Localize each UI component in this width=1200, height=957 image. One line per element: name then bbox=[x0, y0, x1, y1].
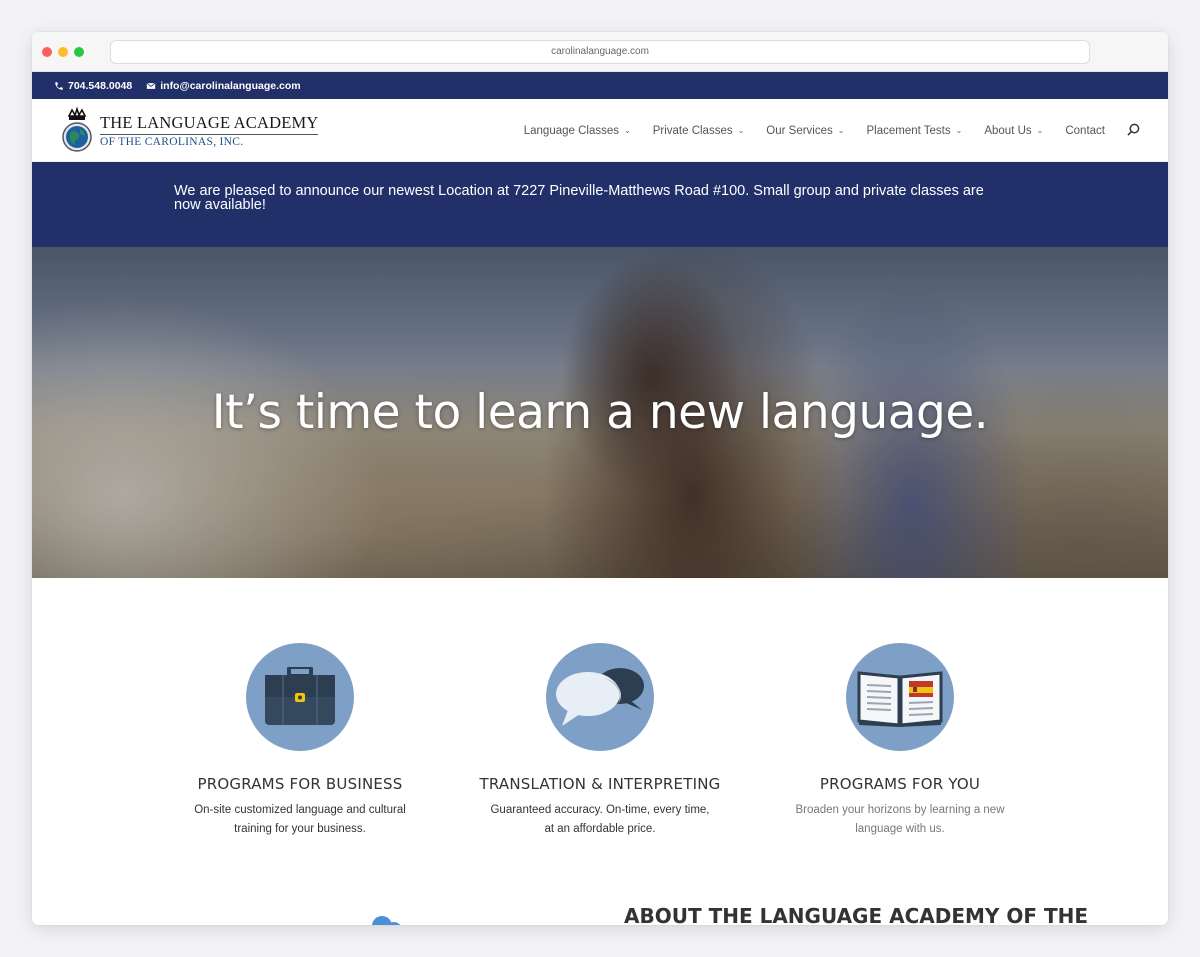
nav-label: Private Classes bbox=[652, 124, 733, 137]
feature-translation[interactable]: TRANSLATION & INTERPRETING Guaranteed ac… bbox=[450, 643, 750, 839]
email-address: info@carolinalanguage.com bbox=[160, 79, 301, 92]
about-section-title: ABOUT THE LANGUAGE ACADEMY OF THE bbox=[624, 904, 1089, 925]
address-bar[interactable]: carolinalanguage.com bbox=[110, 40, 1090, 64]
search-button[interactable] bbox=[1127, 123, 1140, 139]
site-header: THE LANGUAGE ACADEMY OF THE CAROLINAS, I… bbox=[32, 99, 1168, 162]
site-logo[interactable]: THE LANGUAGE ACADEMY OF THE CAROLINAS, I… bbox=[60, 106, 319, 153]
feature-text: Guaranteed accuracy. On-time, every time… bbox=[490, 804, 710, 835]
hero-headline: It’s time to learn a new language. bbox=[211, 385, 989, 440]
chevron-down-icon: ⌄ bbox=[1036, 126, 1044, 135]
search-icon bbox=[1127, 123, 1140, 136]
main-nav: Language Classes ⌄ Private Classes ⌄ Our… bbox=[524, 99, 1140, 162]
logo-line-1: THE LANGUAGE ACADEMY bbox=[100, 113, 319, 135]
chevron-down-icon: ⌄ bbox=[737, 126, 745, 135]
nav-private-classes[interactable]: Private Classes ⌄ bbox=[653, 125, 745, 137]
nav-label: Our Services bbox=[766, 124, 833, 137]
close-window-dot[interactable] bbox=[42, 47, 52, 57]
browser-window: carolinalanguage.com 704.548.0048 info@c… bbox=[32, 32, 1168, 925]
minimize-window-dot[interactable] bbox=[58, 47, 68, 57]
email-contact[interactable]: info@carolinalanguage.com bbox=[146, 79, 301, 92]
nav-language-classes[interactable]: Language Classes ⌄ bbox=[524, 125, 631, 137]
cloud-illustration bbox=[292, 906, 422, 925]
speech-bubbles-icon bbox=[546, 643, 654, 751]
nav-label: Language Classes bbox=[523, 124, 619, 137]
feature-title: PROGRAMS FOR BUSINESS bbox=[197, 775, 403, 793]
features-section: PROGRAMS FOR BUSINESS On-site customized… bbox=[150, 578, 1050, 839]
nav-placement-tests[interactable]: Placement Tests ⌄ bbox=[866, 125, 962, 137]
nav-about-us[interactable]: About Us ⌄ bbox=[984, 125, 1043, 137]
nav-contact[interactable]: Contact bbox=[1065, 125, 1105, 137]
open-book-icon bbox=[846, 643, 954, 751]
feature-personal[interactable]: PROGRAMS FOR YOU Broaden your horizons b… bbox=[750, 643, 1050, 839]
nav-label: About Us bbox=[984, 124, 1032, 137]
crown-globe-logo-icon bbox=[60, 106, 94, 153]
nav-label: Contact bbox=[1065, 124, 1105, 137]
phone-contact[interactable]: 704.548.0048 bbox=[54, 80, 132, 92]
maximize-window-dot[interactable] bbox=[74, 47, 84, 57]
briefcase-icon bbox=[246, 643, 354, 751]
feature-title: TRANSLATION & INTERPRETING bbox=[479, 775, 721, 793]
hero-section: It’s time to learn a new language. bbox=[32, 247, 1168, 578]
feature-title: PROGRAMS FOR YOU bbox=[819, 775, 981, 793]
chevron-down-icon: ⌄ bbox=[837, 126, 845, 135]
chevron-down-icon: ⌄ bbox=[955, 126, 963, 135]
envelope-icon bbox=[146, 82, 156, 89]
announcement-banner: We are pleased to announce our newest Lo… bbox=[32, 162, 1168, 247]
feature-text: Broaden your horizons by learning a new … bbox=[795, 804, 1005, 835]
nav-our-services[interactable]: Our Services ⌄ bbox=[766, 125, 844, 137]
phone-number: 704.548.0048 bbox=[68, 79, 133, 92]
logo-text: THE LANGUAGE ACADEMY OF THE CAROLINAS, I… bbox=[100, 113, 319, 148]
nav-label: Placement Tests bbox=[866, 124, 951, 137]
feature-business[interactable]: PROGRAMS FOR BUSINESS On-site customized… bbox=[150, 643, 450, 839]
feature-text: On-site customized language and cultural… bbox=[194, 804, 406, 835]
chevron-down-icon: ⌄ bbox=[624, 126, 631, 135]
logo-line-2: OF THE CAROLINAS, INC. bbox=[100, 135, 244, 148]
top-contact-bar: 704.548.0048 info@carolinalanguage.com bbox=[32, 72, 1168, 99]
browser-chrome: carolinalanguage.com bbox=[32, 32, 1168, 72]
phone-icon bbox=[55, 81, 63, 90]
